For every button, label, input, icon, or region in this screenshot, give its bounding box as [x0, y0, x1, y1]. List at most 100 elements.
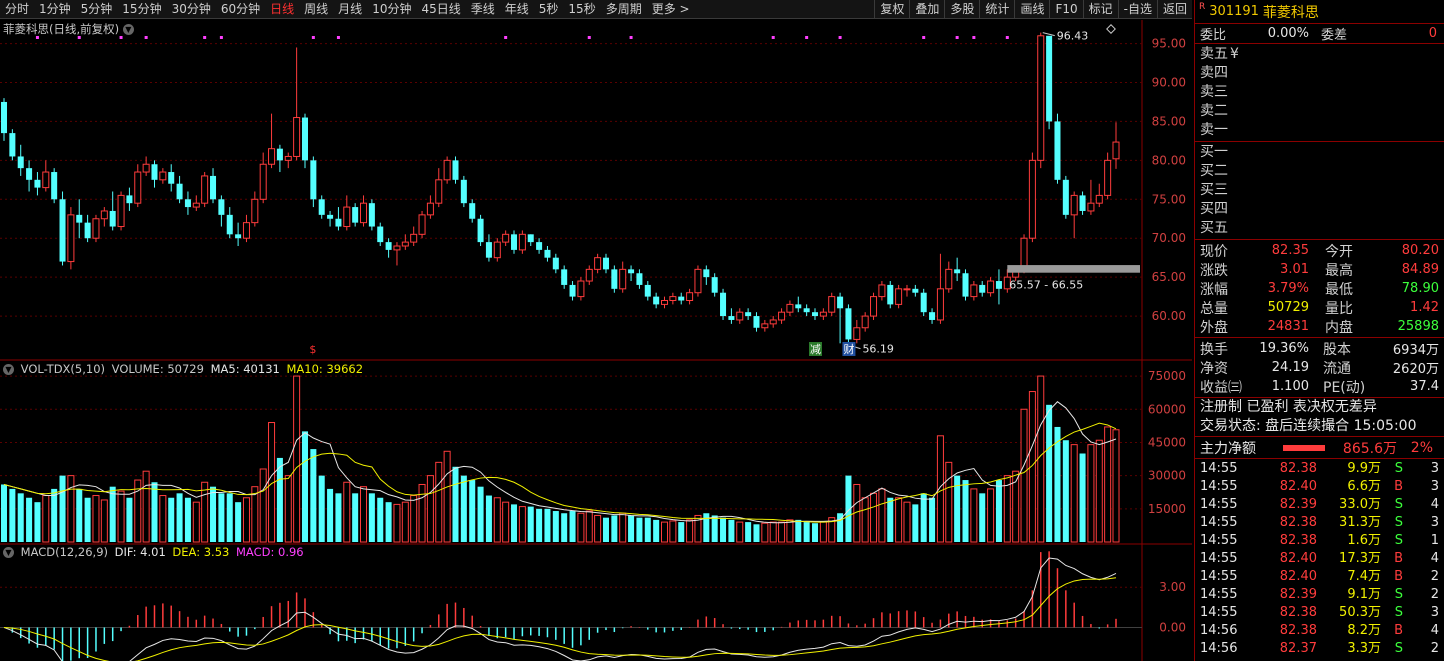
- price-tick-label: 95.00: [1152, 37, 1186, 51]
- candle-body: [761, 323, 769, 329]
- candle-body: [1020, 237, 1028, 270]
- tick-volume: 3.3万: [1347, 641, 1381, 656]
- tick-direction: S: [1394, 605, 1403, 620]
- volume-bar: [1095, 439, 1103, 543]
- toolbar-button[interactable]: 画线: [1014, 0, 1049, 19]
- fund-value: 19.36%: [1259, 341, 1309, 356]
- candle-body: [544, 249, 551, 258]
- buy-level-row: 买一: [1195, 143, 1444, 162]
- price-range-label: 65.57 - 66.55: [1009, 279, 1083, 292]
- settings-circle-icon[interactable]: ▼: [3, 364, 14, 375]
- period-tab[interactable]: 日线: [265, 0, 299, 19]
- period-tab[interactable]: 60分钟: [216, 0, 265, 19]
- period-tab[interactable]: 5秒: [534, 0, 564, 19]
- period-tab[interactable]: 10分钟: [367, 0, 416, 19]
- kline-chart-svg[interactable]: 95.00 90.00 85.00 80.00 75.00 70.00 65.00 60.00…: [0, 20, 1192, 661]
- volume-bar: [368, 493, 375, 542]
- volume-bar: [352, 493, 359, 542]
- candle-body: [828, 296, 836, 313]
- period-tab[interactable]: 多周期: [601, 0, 647, 19]
- period-tab[interactable]: 15分钟: [117, 0, 166, 19]
- tick-time: 14:55: [1200, 533, 1238, 548]
- tick-volume: 1.6万: [1347, 533, 1381, 548]
- tick-price: 82.38: [1279, 623, 1317, 638]
- fund-label: 收益㈢: [1200, 379, 1242, 396]
- event-marker: [336, 36, 340, 39]
- period-tab[interactable]: 45日线: [416, 0, 465, 19]
- diamond-icon: [1106, 24, 1116, 34]
- volume-bar: [59, 475, 66, 542]
- period-tab[interactable]: 分时: [0, 0, 34, 19]
- sell-level-row: 卖二: [1195, 102, 1444, 121]
- settings-circle-icon[interactable]: ▼: [3, 547, 14, 558]
- weibi-label: 委比: [1200, 28, 1227, 43]
- candle-body: [184, 199, 191, 208]
- trade-tick-row: 14:55 82.40 7.4万 B 2: [1195, 568, 1444, 586]
- stat-label: 今开: [1325, 243, 1353, 260]
- period-tab[interactable]: 15秒: [563, 0, 600, 19]
- toolbar-button[interactable]: 多股: [944, 0, 979, 19]
- sell-level-row: 卖一: [1195, 121, 1444, 140]
- period-tab[interactable]: 周线: [299, 0, 333, 19]
- volume-bar: [611, 515, 618, 542]
- volume-bar: [301, 431, 309, 542]
- period-tab[interactable]: 30分钟: [167, 0, 216, 19]
- candle-body: [536, 242, 543, 250]
- volume-bar: [761, 522, 769, 543]
- macd-tick-label: 3.00: [1159, 580, 1186, 594]
- volume-bar: [962, 480, 969, 542]
- candle-body: [410, 233, 418, 243]
- volume-bar: [327, 488, 334, 542]
- tick-volume: 31.3万: [1339, 515, 1381, 530]
- period-tab[interactable]: 年线: [500, 0, 534, 19]
- period-tab[interactable]: 季线: [466, 0, 500, 19]
- candle-body: [644, 284, 651, 297]
- sell-book: 卖五 ¥ 卖四 卖三 卖二 卖一: [1195, 44, 1444, 142]
- volume-bar: [511, 504, 518, 542]
- candle-body: [1095, 194, 1103, 204]
- sell-level-row: 卖五 ¥: [1195, 45, 1444, 64]
- volume-bar: [502, 501, 510, 543]
- macd-panel-name: MACD(12,26,9): [20, 545, 108, 559]
- volume-bar: [569, 511, 576, 542]
- period-tab[interactable]: 1分钟: [34, 0, 76, 19]
- tick-time: 14:55: [1200, 587, 1238, 602]
- volume-bar: [469, 480, 476, 542]
- price-tick-label: 70.00: [1152, 231, 1186, 245]
- toolbar-button[interactable]: 标记: [1082, 0, 1118, 19]
- candle-body: [753, 316, 760, 328]
- volume-bar: [903, 501, 911, 543]
- toolbar-button[interactable]: 返回: [1156, 0, 1192, 19]
- macd-panel-label: ▼ MACD(12,26,9) DIF: 4.01 DEA: 3.53 MACD…: [3, 545, 304, 559]
- candle-body: [936, 288, 944, 321]
- period-tab[interactable]: 月线: [333, 0, 367, 19]
- volume-bar: [786, 519, 794, 543]
- period-tab[interactable]: 5分钟: [76, 0, 118, 19]
- period-tab[interactable]: 更多 >: [647, 0, 695, 19]
- tick-direction: B: [1394, 479, 1403, 494]
- toolbar-button[interactable]: 叠加: [909, 0, 944, 19]
- volume-bar: [585, 510, 593, 543]
- candle-body: [720, 292, 727, 317]
- chevron-down-icon[interactable]: ▼: [122, 24, 134, 35]
- candle-body: [17, 156, 24, 169]
- toolbar-button[interactable]: 统计: [979, 0, 1014, 19]
- volume-bar: [795, 519, 802, 542]
- stock-code: 301191: [1209, 4, 1259, 19]
- chart-area[interactable]: 95.00 90.00 85.00 80.00 75.00 70.00 65.00 60.00…: [0, 20, 1192, 661]
- candle-body: [251, 198, 259, 224]
- tick-count: 2: [1430, 587, 1439, 602]
- trade-ticks[interactable]: 14:55 82.38 9.9万 S 3 14:55 82.40 6.6万 B 3 14:55 82.…: [1195, 459, 1444, 658]
- volume-bar: [803, 522, 810, 542]
- stat-value: 24831: [1267, 319, 1309, 334]
- tick-direction: B: [1394, 551, 1403, 566]
- volume-bar: [1020, 408, 1028, 543]
- toolbar-button[interactable]: 复权: [874, 0, 909, 19]
- toolbar-button[interactable]: F10: [1049, 0, 1082, 19]
- stat-label: 最低: [1325, 281, 1353, 298]
- mainflow-row: 主力净额 865.6万 2%: [1195, 437, 1444, 459]
- jian-marker-label: 减: [810, 343, 821, 356]
- candle-body: [602, 257, 609, 270]
- toolbar-button[interactable]: -自选: [1117, 0, 1157, 19]
- candle-body: [218, 199, 225, 215]
